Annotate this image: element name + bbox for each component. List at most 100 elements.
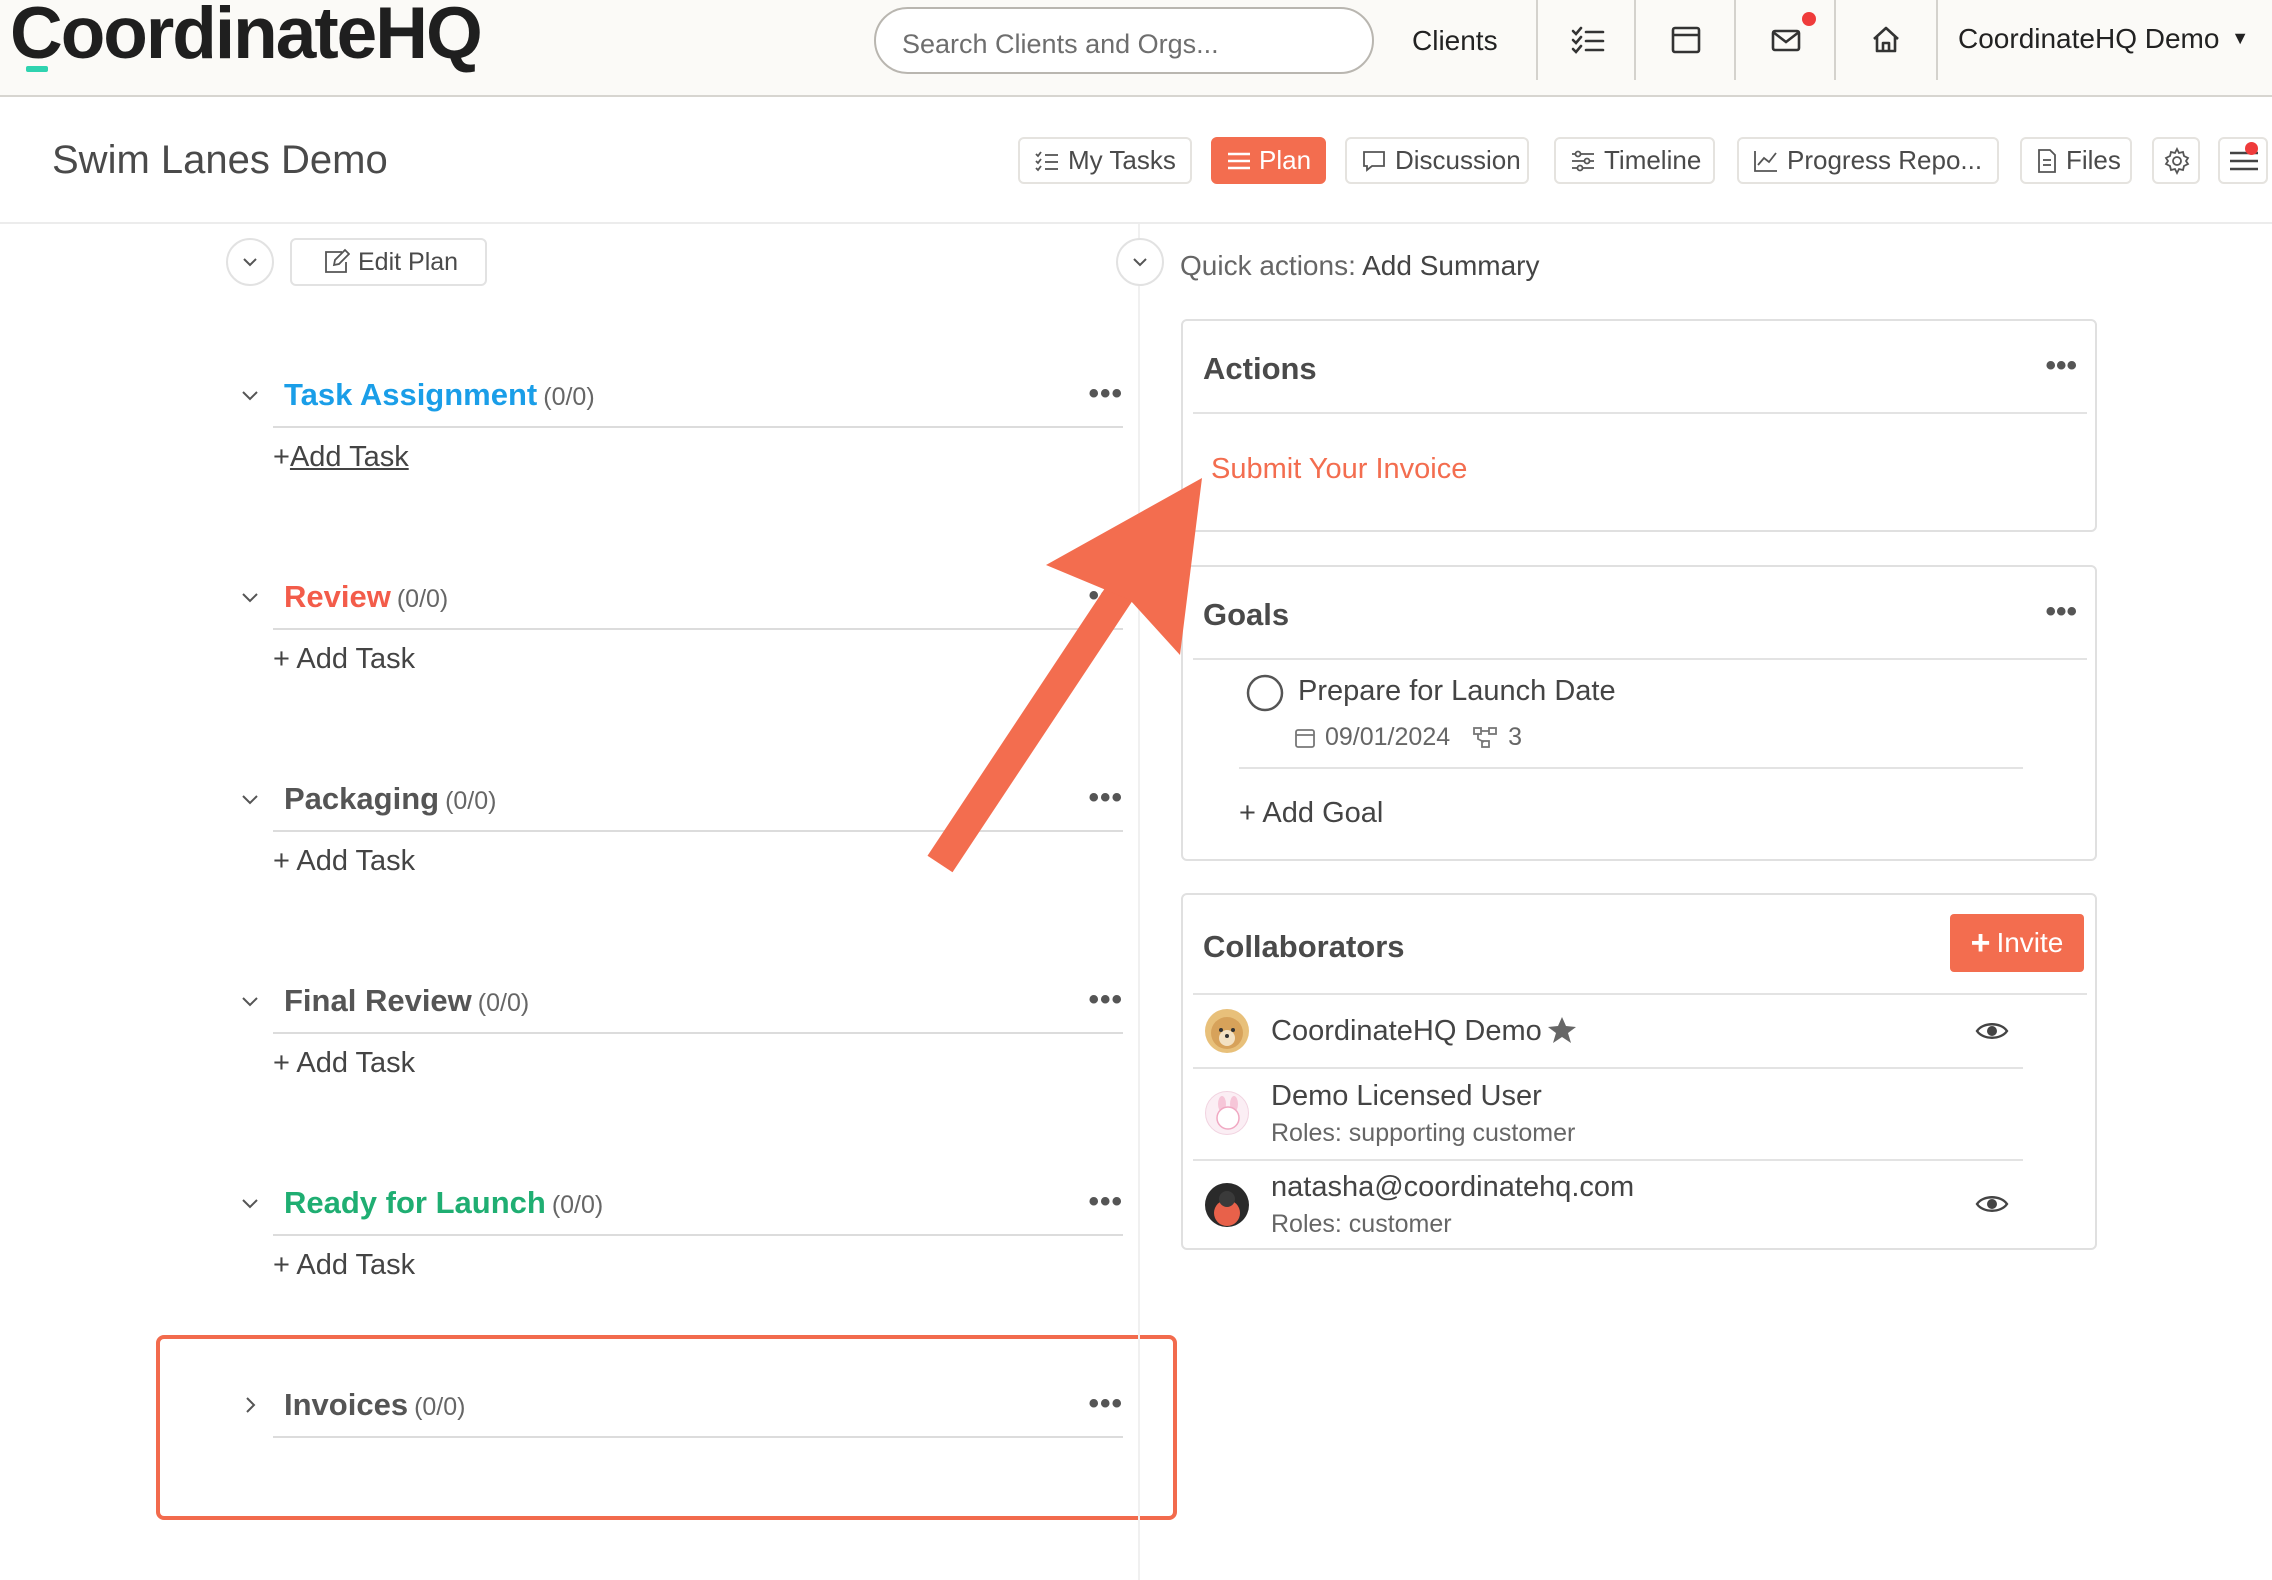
edit-plan-button[interactable]: Edit Plan xyxy=(290,238,487,286)
search-placeholder: Search Clients and Orgs... xyxy=(902,29,1219,59)
card-title: Goals xyxy=(1203,597,1290,632)
goal-date: 09/01/2024 xyxy=(1325,723,1451,751)
card-title: Actions xyxy=(1203,351,1317,386)
collaborators-card: Collaborators + Invite CoordinateHQ Demo… xyxy=(1181,893,2097,1250)
lane-divider xyxy=(273,426,1123,428)
more-options-icon[interactable]: ••• xyxy=(1088,377,1123,411)
goals-card: Goals ••• Prepare for Launch Date 09/01/… xyxy=(1181,565,2097,861)
caret-down-icon: ▼ xyxy=(2231,28,2250,48)
nav-divider xyxy=(1936,0,1938,80)
goal-meta: 09/01/2024 3 xyxy=(1293,723,1522,752)
column-divider xyxy=(1138,224,1140,1580)
calendar-icon[interactable] xyxy=(1666,20,1706,60)
lane-title: Packaging (0/0) xyxy=(284,781,497,816)
account-name: CoordinateHQ Demo xyxy=(1958,23,2220,54)
lines-icon xyxy=(1228,152,1250,169)
more-options-icon[interactable]: ••• xyxy=(1088,983,1123,1017)
add-task-button[interactable]: + Add Task xyxy=(273,1047,415,1080)
add-task-button[interactable]: + Add Task xyxy=(273,1249,415,1282)
more-options-icon[interactable]: ••• xyxy=(1088,579,1123,613)
collaborator-name: Demo Licensed User xyxy=(1271,1080,1542,1112)
star-icon xyxy=(1548,1017,1576,1043)
goal-checkbox[interactable] xyxy=(1245,673,1285,713)
menu-notification-dot xyxy=(2245,142,2258,155)
tab-timeline[interactable]: Timeline xyxy=(1554,137,1715,184)
lane-task-assignment[interactable]: Task Assignment (0/0) ••• xyxy=(238,375,1123,419)
logo[interactable]: CoordinateHQ xyxy=(10,0,483,74)
lane-ready-for-launch[interactable]: Ready for Launch (0/0) ••• xyxy=(238,1183,1123,1227)
search-input[interactable]: Search Clients and Orgs... xyxy=(874,7,1374,74)
add-task-button[interactable]: +Add Task xyxy=(273,441,409,474)
subtasks-icon xyxy=(1473,726,1498,748)
add-task-button[interactable]: + Add Task xyxy=(273,643,415,676)
lane-packaging[interactable]: Packaging (0/0) ••• xyxy=(238,779,1123,823)
avatar xyxy=(1205,1091,1249,1135)
chevron-down-icon[interactable] xyxy=(238,1191,262,1215)
lane-divider xyxy=(273,628,1123,630)
tab-files[interactable]: Files xyxy=(2020,137,2132,184)
invoices-highlight-box xyxy=(156,1335,1177,1520)
more-options-icon[interactable]: ••• xyxy=(2045,595,2077,629)
eye-icon[interactable] xyxy=(1975,1192,2009,1216)
lane-title: Ready for Launch (0/0) xyxy=(284,1185,604,1220)
tab-plan[interactable]: Plan xyxy=(1211,137,1326,184)
add-summary-link[interactable]: Add Summary xyxy=(1362,250,1539,281)
more-options-icon[interactable]: ••• xyxy=(1088,781,1123,815)
add-task-button[interactable]: + Add Task xyxy=(273,845,415,878)
goal-divider xyxy=(1239,767,2023,769)
more-options-icon[interactable]: ••• xyxy=(2045,349,2077,383)
submit-invoice-link[interactable]: Submit Your Invoice xyxy=(1211,453,1467,486)
tab-label: Plan xyxy=(1259,145,1312,175)
chevron-down-icon[interactable] xyxy=(238,989,262,1013)
chevron-down-icon xyxy=(1133,258,1147,267)
tab-label: Files xyxy=(2066,145,2121,175)
collaborator-name: CoordinateHQ Demo xyxy=(1271,1015,1542,1047)
chevron-down-icon[interactable] xyxy=(238,383,262,407)
chevron-down-icon xyxy=(243,258,257,267)
header-divider xyxy=(0,222,2272,224)
calendar-icon xyxy=(1295,728,1315,748)
tab-label: Discussion xyxy=(1395,145,1521,175)
collaborator-name: natasha@coordinatehq.com xyxy=(1271,1171,1635,1203)
nav-clients-link[interactable]: Clients xyxy=(1412,25,1498,57)
add-goal-button[interactable]: + Add Goal xyxy=(1239,797,1383,830)
tab-discussion[interactable]: Discussion xyxy=(1345,137,1529,184)
settings-button[interactable] xyxy=(2152,137,2200,184)
lane-divider xyxy=(273,1234,1123,1236)
tab-progress-report[interactable]: Progress Repo... xyxy=(1737,137,1999,184)
mail-icon[interactable] xyxy=(1766,20,1806,60)
eye-icon[interactable] xyxy=(1975,1019,2009,1043)
plus-icon: + xyxy=(1970,924,1991,962)
collapse-plan-button[interactable] xyxy=(226,238,274,286)
invite-button[interactable]: + Invite xyxy=(1950,914,2084,972)
tab-my-tasks[interactable]: My Tasks xyxy=(1018,137,1192,184)
logo-accent xyxy=(26,66,48,72)
lane-title: Final Review (0/0) xyxy=(284,983,530,1018)
top-nav: CoordinateHQ Search Clients and Orgs... … xyxy=(0,0,2272,97)
lane-final-review[interactable]: Final Review (0/0) ••• xyxy=(238,981,1123,1025)
home-icon[interactable] xyxy=(1866,20,1906,60)
quick-actions: Quick actions: Add Summary xyxy=(1180,250,1540,282)
chevron-down-icon[interactable] xyxy=(238,585,262,609)
project-title: Swim Lanes Demo xyxy=(52,138,388,182)
chart-icon xyxy=(1754,150,1777,172)
card-divider xyxy=(1193,658,2087,660)
sliders-icon xyxy=(1572,150,1594,171)
goal-title[interactable]: Prepare for Launch Date xyxy=(1298,675,1616,708)
checklist-icon xyxy=(1035,150,1058,171)
tab-label: My Tasks xyxy=(1068,145,1176,175)
collapse-sidebar-button[interactable] xyxy=(1116,238,1164,286)
nav-divider xyxy=(1834,0,1836,80)
lane-review[interactable]: Review (0/0) ••• xyxy=(238,577,1123,621)
actions-card: Actions ••• Submit Your Invoice xyxy=(1181,319,2097,532)
gear-icon xyxy=(2164,146,2190,175)
more-options-icon[interactable]: ••• xyxy=(1088,1185,1123,1219)
goal-subtask-count: 3 xyxy=(1508,723,1523,751)
avatar xyxy=(1205,1009,1249,1053)
card-divider xyxy=(1193,412,2087,414)
chevron-down-icon[interactable] xyxy=(238,787,262,811)
menu-button[interactable] xyxy=(2218,137,2268,184)
account-menu[interactable]: CoordinateHQ Demo ▼ xyxy=(1958,23,2249,55)
tasks-list-icon[interactable] xyxy=(1568,20,1608,60)
avatar xyxy=(1205,1183,1249,1227)
